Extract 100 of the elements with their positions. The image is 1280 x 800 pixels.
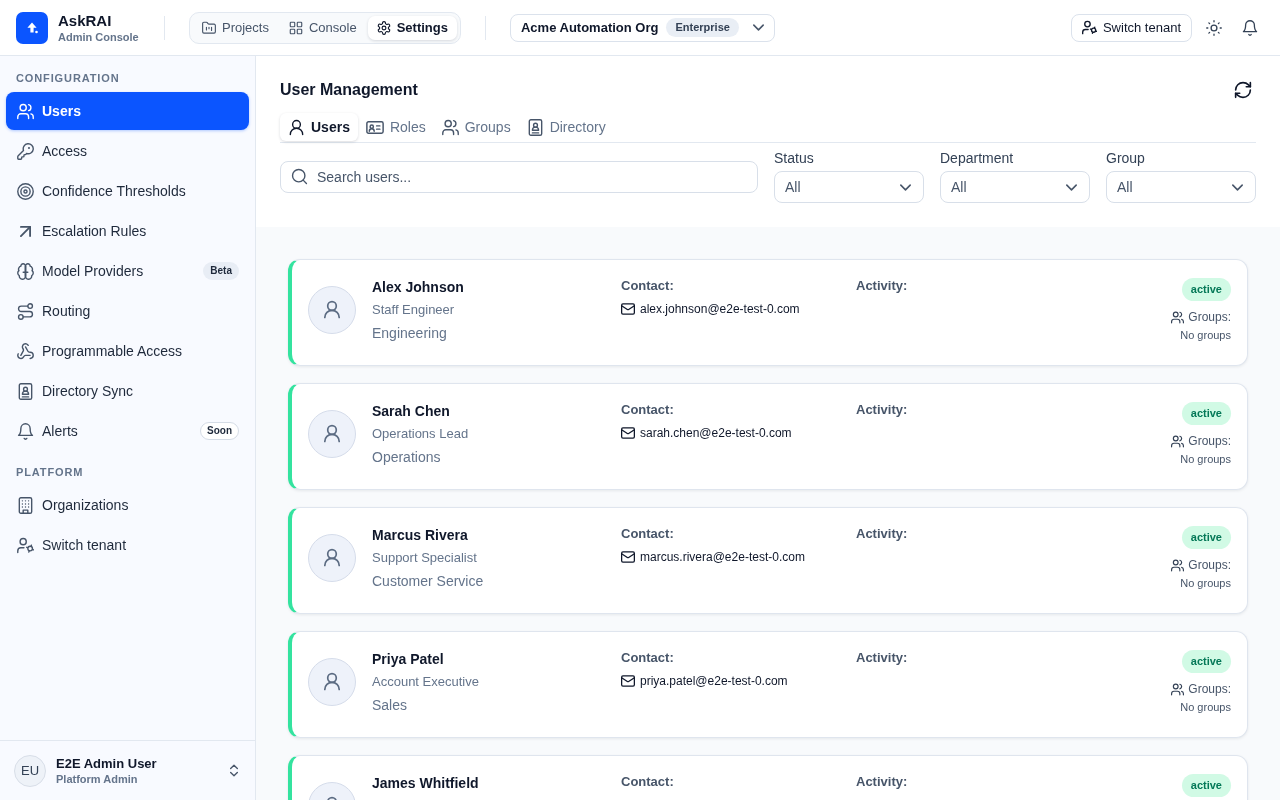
filter-label: Department — [940, 150, 1015, 166]
chevron-down-icon — [752, 24, 764, 31]
activity-label: Activity: — [856, 526, 909, 542]
sun-icon[interactable] — [1206, 19, 1222, 36]
sidebar-item[interactable]: Organizations — [6, 486, 249, 524]
chevrons-up-down-icon[interactable] — [230, 764, 238, 777]
groups-value: No groups — [1180, 576, 1231, 590]
user-title: Operations Lead — [372, 425, 470, 443]
search-field[interactable]: Search users... — [280, 160, 758, 193]
users-icon — [1171, 310, 1185, 324]
logo-icon — [16, 11, 48, 44]
status-badge: active — [1181, 774, 1231, 797]
settings-icon — [376, 20, 391, 35]
sidebar-item[interactable]: Programmable Access — [6, 332, 249, 370]
user-department: Sales — [372, 696, 409, 714]
sidebar-item[interactable]: Access — [6, 132, 249, 170]
sidebar-badge: Soon — [200, 422, 239, 440]
user-name: Marcus Rivera — [372, 526, 469, 544]
nav-tab[interactable]: Console — [279, 15, 366, 40]
sidebar-badge: Beta — [203, 262, 239, 280]
mail-icon — [621, 675, 635, 687]
user-gear-icon — [1081, 20, 1097, 35]
sidebar-item[interactable]: Users — [6, 92, 249, 130]
sidebar-item[interactable]: Model Providers Beta — [6, 252, 249, 290]
contact-label: Contact: — [621, 402, 675, 418]
user-email: alex.johnson@e2e-test-0.com — [640, 302, 800, 316]
folder-icon — [202, 20, 216, 35]
user-name: Sarah Chen — [372, 402, 451, 420]
tab[interactable]: Directory — [518, 113, 614, 141]
mail-icon — [621, 427, 635, 439]
tab[interactable]: Roles — [357, 113, 434, 141]
search-icon — [291, 167, 308, 185]
user-title: Support Specialist — [372, 549, 478, 567]
user-title: Account Executive — [372, 673, 480, 691]
nav-tab[interactable]: Settings — [367, 15, 457, 40]
key-icon — [16, 142, 34, 160]
filter-label: Status — [774, 150, 815, 166]
sidebar-item[interactable]: Directory Sync — [6, 372, 249, 410]
filter-select[interactable]: All — [1106, 171, 1256, 203]
tab[interactable]: Groups — [433, 113, 519, 141]
chevron-down-icon — [900, 183, 911, 191]
user-avatar-icon — [308, 410, 356, 458]
grid-icon — [288, 20, 303, 35]
user-avatar-icon — [308, 658, 356, 706]
app-name: AskRAI — [58, 11, 113, 30]
org-selector[interactable]: Acme Automation Org Enterprise — [509, 13, 775, 42]
tab[interactable]: Users — [280, 113, 358, 141]
status-badge: active — [1181, 402, 1231, 425]
page-title: User Management — [280, 80, 418, 100]
sidebar-item[interactable]: Confidence Thresholds — [6, 172, 249, 210]
contact-label: Contact: — [621, 650, 675, 666]
contact-card-icon — [526, 118, 544, 136]
groups-value: No groups — [1180, 700, 1231, 714]
user-department: Engineering — [372, 324, 448, 342]
app-subtitle: Admin Console — [58, 29, 140, 44]
chevron-down-icon — [1232, 183, 1243, 191]
groups-value: No groups — [1180, 452, 1231, 466]
nav-tab[interactable]: Projects — [193, 15, 278, 40]
status-badge: active — [1181, 526, 1231, 549]
webhook-icon — [16, 342, 34, 360]
contact-label: Contact: — [621, 526, 675, 542]
user-role: Platform Admin — [56, 772, 139, 786]
users-icon — [1171, 682, 1185, 696]
activity-label: Activity: — [856, 774, 909, 790]
sidebar-item[interactable]: Alerts Soon — [6, 412, 249, 450]
target-icon — [16, 182, 34, 200]
section-label: CONFIGURATION — [15, 72, 121, 85]
switch-tenant-button[interactable]: Switch tenant — [1070, 13, 1192, 42]
sidebar-item[interactable]: Routing — [6, 292, 249, 330]
route-icon — [16, 302, 34, 320]
refresh-icon[interactable] — [1234, 81, 1252, 99]
building-icon — [16, 496, 34, 514]
sidebar-item[interactable]: Switch tenant — [6, 526, 249, 564]
user-department: Customer Service — [372, 572, 485, 590]
groups-label: Groups: — [1188, 434, 1231, 448]
user-avatar[interactable]: EU — [14, 754, 46, 787]
activity-label: Activity: — [856, 402, 909, 418]
users-icon — [16, 102, 34, 120]
filter-select[interactable]: All — [940, 171, 1090, 203]
sidebar-item[interactable]: Escalation Rules — [6, 212, 249, 250]
user-email: priya.patel@e2e-test-0.com — [640, 674, 788, 688]
plan-badge: Enterprise — [666, 18, 739, 37]
contact-card-icon — [16, 382, 34, 400]
filter-select[interactable]: All — [774, 171, 924, 203]
activity-label: Activity: — [856, 278, 909, 294]
user-email: sarah.chen@e2e-test-0.com — [640, 426, 792, 440]
user-gear-icon — [16, 536, 34, 554]
user-icon — [288, 118, 305, 136]
activity-label: Activity: — [856, 650, 909, 666]
section-label: PLATFORM — [15, 466, 85, 479]
mail-icon — [621, 303, 635, 315]
groups-label: Groups: — [1188, 558, 1231, 572]
bell-icon[interactable] — [1242, 19, 1258, 36]
brain-icon — [16, 262, 34, 280]
user-email: marcus.rivera@e2e-test-0.com — [640, 550, 805, 564]
user-name: Priya Patel — [372, 650, 445, 668]
users-icon — [441, 118, 459, 136]
groups-label: Groups: — [1188, 310, 1231, 324]
contact-label: Contact: — [621, 278, 675, 294]
user-avatar-icon — [308, 534, 356, 582]
